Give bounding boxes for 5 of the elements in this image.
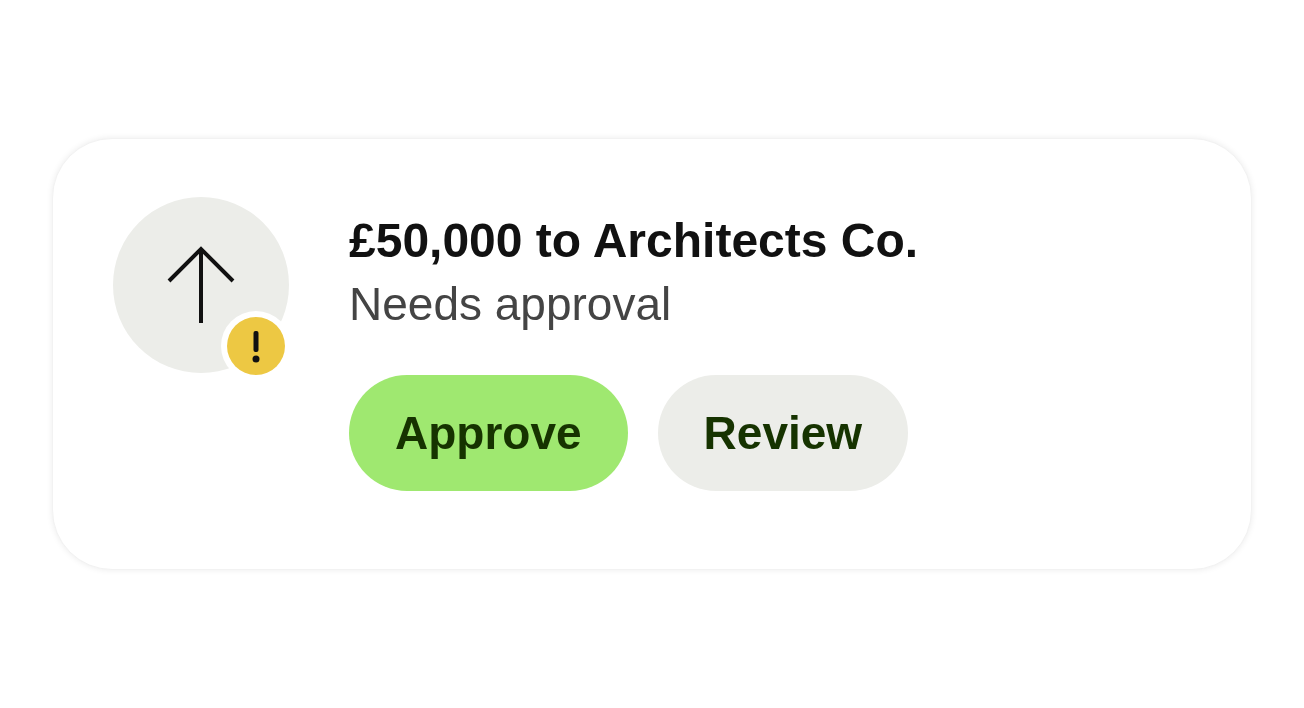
status-text: Needs approval (349, 277, 673, 332)
review-button[interactable]: Review (657, 375, 909, 491)
payment-title: £50,000 to Architects Co. (349, 213, 919, 269)
up-arrow-icon (167, 245, 235, 325)
approve-button[interactable]: Approve (349, 375, 628, 491)
